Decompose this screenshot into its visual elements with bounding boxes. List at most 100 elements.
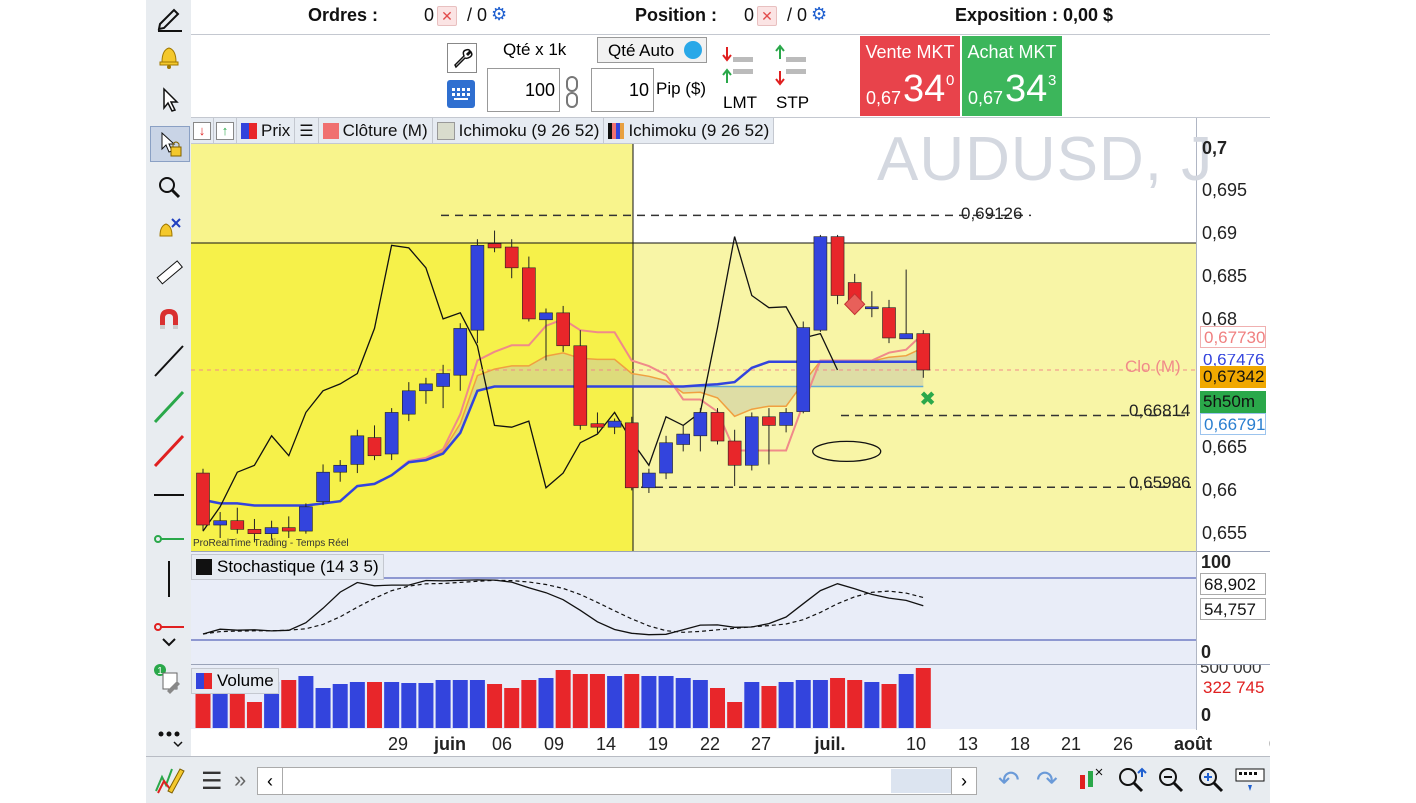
position-count: 0 [744,5,755,25]
scroll-right-button[interactable]: › [951,768,976,794]
sell-arrow-button[interactable]: ↓ [191,118,213,143]
chevron-down-icon[interactable] [150,632,188,652]
horizontal-ray-green-icon[interactable] [150,522,188,556]
zoom-out-button[interactable] [1156,765,1186,800]
lmt-label: LMT [723,93,757,112]
settings-wrench-button[interactable] [447,43,477,73]
cancel-orders-button[interactable]: ✕ [437,6,457,26]
drawing-tools-button[interactable] [154,763,186,800]
orders-settings-button[interactable]: ⚙ [491,4,511,24]
legend-list-button[interactable]: ☰ [294,118,317,143]
cursor-icon[interactable] [150,82,188,116]
buy-price-main: 34 [1005,68,1048,110]
candle [299,506,313,532]
zoom-in-button[interactable] [1196,765,1226,800]
tenkan-price-tag: 0,67730 [1200,326,1266,348]
limit-order-icon [722,47,753,83]
volume-bar [367,682,382,728]
pencil-icon[interactable] [150,0,188,34]
list-icon: ☰ [299,122,314,140]
legend-ichimoku-lines[interactable]: Ichimoku (9 26 52) [603,118,773,143]
sell-price-pipette: 0 [946,72,955,89]
volume-bar [881,684,897,728]
volume-bar [675,678,691,728]
arrow-down-icon: ↓ [193,121,211,140]
keyboard-button[interactable] [447,80,475,108]
volume-title[interactable]: Volume [191,668,279,694]
more-options-icon[interactable] [150,720,188,754]
volume-zero-tick: 0 [1201,705,1212,725]
volume-bar [521,680,537,728]
sell-price-main: 34 [903,68,946,110]
volume-title-label: Volume [217,671,274,690]
indicator-settings-icon[interactable]: 1 [150,662,188,696]
qty-auto-button[interactable]: Qté Auto [597,37,707,63]
sell-title: Vente MKT [865,42,955,62]
candle [916,333,931,371]
candle [453,328,468,376]
volume-bar [555,670,571,728]
volume-bar [778,682,794,728]
quantity-input[interactable]: 100 [487,68,560,112]
orders-count: 0 [424,5,435,25]
close-position-button[interactable]: ✕ [757,6,777,26]
legend-ichimoku-cloud[interactable]: Ichimoku (9 26 52) [431,118,604,143]
candle [744,416,759,466]
arrow-up-icon: ↑ [216,121,234,140]
y-tick: 0,695 [1202,180,1248,200]
y-tick: 0,665 [1202,437,1248,457]
limit-order-button[interactable]: LMT [721,43,759,115]
delete-alert-icon[interactable] [150,212,188,246]
menu-icon[interactable]: ☰ [201,767,223,796]
x-tick: 13 [957,734,979,754]
stochastic-title[interactable]: Stochastique (14 3 5) [191,554,384,580]
symbol-watermark: AUDUSD, J [877,125,1214,194]
time-scrollbar[interactable]: ‹ › [257,767,977,795]
volume-max-tick: 500 000 [1200,665,1266,675]
x-tick: juin [434,734,466,754]
scrollbar-thumb[interactable] [891,769,951,793]
legend-cloture[interactable]: Clôture (M) [317,118,432,143]
stoch-bottom-tick: 0 [1201,642,1212,662]
buy-market-button[interactable]: Achat MKT 0,67 34 3 [962,36,1062,116]
trendline-red-icon[interactable] [150,434,188,468]
y-tick: 0,685 [1202,266,1248,286]
link-chain-icon[interactable] [564,75,580,114]
drawing-pencil-icon [155,768,185,794]
volume-bar [864,682,880,728]
horizontal-line-icon[interactable] [150,478,188,512]
volume-bar [847,680,863,728]
multiline-swatch-icon [608,122,625,139]
trendline-black-icon[interactable] [150,344,188,378]
buy-arrow-button[interactable]: ↑ [213,118,236,143]
zoom-fit-button[interactable] [1116,765,1148,802]
chart-canvas[interactable]: ✖ [191,118,1270,730]
sell-market-button[interactable]: Vente MKT 0,67 34 0 [860,36,960,116]
position-settings-button[interactable]: ⚙ [811,4,831,24]
candle [436,373,450,387]
trendline-green-icon[interactable] [150,390,188,424]
stop-order-button[interactable]: STP [774,43,812,115]
redo-icon[interactable]: ↷ [1036,765,1058,796]
x-tick: 27 [750,734,772,754]
pip-value-input[interactable]: 10 [591,68,654,112]
undo-icon[interactable]: ↶ [998,765,1020,796]
magnet-icon[interactable] [150,302,188,336]
alert-bell-icon[interactable] [150,38,188,72]
level-label-low: 0,65986 [1129,473,1191,492]
legend-prix[interactable]: Prix [236,118,294,143]
zoom-icon[interactable] [150,170,188,204]
expand-icon[interactable]: » [234,767,246,793]
y-tick: 0,7 [1202,138,1228,158]
keyboard-shortcuts-button[interactable] [1234,765,1266,800]
vertical-line-icon[interactable] [150,561,188,597]
x-tick: 21 [1060,734,1082,754]
volume-bar [452,680,468,728]
auto-scale-button[interactable] [1076,765,1106,800]
stoch-top-tick: 100 [1201,552,1232,572]
scroll-left-button[interactable]: ‹ [258,768,283,794]
ruler-icon[interactable] [150,256,188,290]
candle [830,236,845,296]
chart-area[interactable]: ✖ AUDUSD, J ↓ ↑ Prix ☰ Clôture (M) Ichim… [191,118,1270,730]
cursor-lock-icon[interactable] [150,126,190,162]
